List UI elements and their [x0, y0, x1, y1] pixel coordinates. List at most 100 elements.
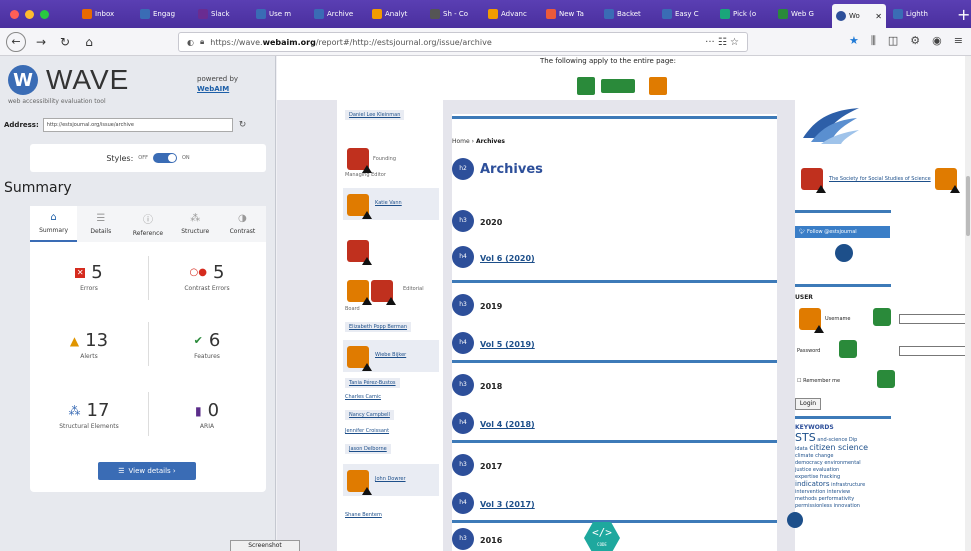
person-link[interactable]: Wiebe Bijker — [375, 352, 406, 358]
keyword-link[interactable]: indicators — [795, 480, 829, 488]
close-window-button[interactable] — [10, 9, 19, 19]
library-icon[interactable]: ⫼ — [871, 34, 876, 48]
heading-marker-icon[interactable]: h3 — [452, 528, 474, 550]
webaim-link[interactable]: WebAIM — [197, 84, 238, 94]
back-button[interactable]: ← — [6, 31, 26, 52]
label-feature-icon[interactable] — [839, 340, 857, 358]
browser-tab[interactable]: Lighth — [889, 4, 944, 24]
keyword-link[interactable]: intervention interview — [795, 489, 850, 495]
twitter-follow-button[interactable]: 🐦︎ Follow @estsjournal — [795, 226, 890, 238]
home-icon[interactable]: ⌂ — [80, 33, 98, 51]
society-link[interactable]: The Society for Social Studies of Scienc… — [829, 176, 939, 182]
error-marker-icon[interactable] — [801, 168, 826, 193]
tab-contrast[interactable]: ◑ Contrast — [219, 206, 266, 242]
address-reload-icon[interactable]: ↻ — [239, 120, 247, 130]
page-scrollbar[interactable] — [965, 56, 971, 551]
alert-marker-icon[interactable] — [347, 346, 372, 371]
browser-tab[interactable]: Advanc — [484, 4, 539, 24]
keyword-link[interactable]: justice evaluation — [795, 467, 839, 473]
tab-reference[interactable]: ⓘ Reference — [124, 206, 171, 242]
remember-me-row[interactable]: ☐ Remember me — [797, 378, 840, 384]
browser-tab[interactable]: Easy C — [658, 4, 713, 24]
language-icon[interactable] — [577, 77, 595, 95]
contrast-errors-stat[interactable]: ○● 5 Contrast Errors — [152, 262, 262, 292]
breadcrumb-home[interactable]: Home — [452, 138, 470, 145]
person-link[interactable]: John Dowrer — [375, 476, 406, 482]
browser-tab[interactable]: Pick (o — [716, 4, 771, 24]
volume-link[interactable]: Vol 3 (2017) — [480, 500, 535, 509]
alert-marker-icon[interactable] — [347, 280, 372, 305]
tab-details[interactable]: ☰ Details — [77, 206, 124, 242]
tab-structure[interactable]: ⁂ Structure — [172, 206, 219, 242]
heading-marker-icon[interactable]: h3 — [452, 294, 474, 316]
reload-button[interactable]: ↻ — [56, 33, 74, 51]
extension-icon[interactable]: ⚙ — [910, 34, 920, 48]
label-feature-icon[interactable] — [873, 308, 891, 326]
volume-link[interactable]: Vol 4 (2018) — [480, 420, 535, 429]
url-bar[interactable]: ◐ 🔒︎ https://wave.webaim.org/report#/htt… — [178, 32, 748, 52]
account-icon[interactable]: ◉ — [932, 34, 942, 48]
url-actions[interactable]: ··· ☷ ☆ — [705, 37, 747, 48]
heading-marker-icon[interactable]: h3 — [452, 210, 474, 232]
alert-marker-icon[interactable] — [799, 308, 824, 333]
structural-stat[interactable]: ⁂ 17 Structural Elements — [34, 400, 144, 430]
person-link[interactable]: Katie Vann — [375, 200, 402, 206]
alert-badge-icon[interactable] — [649, 77, 667, 95]
heading-marker-icon[interactable]: h4 — [452, 332, 474, 354]
browser-tab[interactable]: Backet — [600, 4, 655, 24]
browser-tab[interactable]: Slack — [194, 4, 249, 24]
browser-tab[interactable]: Inbox — [78, 4, 133, 24]
tab-summary[interactable]: ⌂ Summary — [30, 206, 78, 242]
error-marker-icon[interactable] — [347, 148, 372, 173]
sidebar-icon[interactable]: ◫ — [888, 34, 898, 48]
person-link[interactable]: Nancy Campbell — [345, 410, 394, 420]
errors-stat[interactable]: ✕ 5 Errors — [34, 262, 144, 292]
view-details-button[interactable]: ☰ View details › — [98, 462, 196, 480]
browser-tab-active[interactable]: Wo ✕ — [832, 4, 886, 28]
volume-link[interactable]: Vol 5 (2019) — [480, 340, 535, 349]
close-tab-icon[interactable]: ✕ — [875, 12, 882, 21]
person-link[interactable]: Charles Camic — [345, 394, 381, 400]
bookmark-star-icon[interactable]: ★ — [849, 34, 859, 48]
keyword-link[interactable]: idata — [795, 446, 808, 452]
menu-icon[interactable]: ≡ — [954, 34, 963, 48]
maximize-window-button[interactable] — [40, 9, 49, 19]
alert-marker-icon[interactable] — [935, 168, 960, 193]
alert-marker-icon[interactable] — [347, 470, 372, 495]
person-link[interactable]: Jason Delborne — [345, 444, 391, 454]
heading-marker-icon[interactable]: h4 — [452, 492, 474, 514]
aria-stat[interactable]: ▮ 0 ARIA — [152, 400, 262, 430]
address-input[interactable]: http://estsjournal.org/issue/archive — [42, 118, 233, 132]
login-button[interactable]: Login — [795, 398, 821, 410]
browser-tab[interactable]: Web G — [774, 4, 829, 24]
features-stat[interactable]: ✔ 6 Features — [152, 330, 262, 360]
person-link[interactable]: Daniel Lee Kleinman — [345, 110, 405, 120]
heading-marker-icon[interactable]: h3 — [452, 374, 474, 396]
person-link[interactable]: Elizabeth Popp Berman — [345, 322, 412, 332]
keyword-link[interactable]: climate change — [795, 453, 834, 459]
browser-tab[interactable]: Analyt — [368, 4, 423, 24]
heading-marker-icon[interactable]: h4 — [452, 246, 474, 268]
minimize-window-button[interactable] — [25, 9, 34, 19]
heading-marker-icon[interactable]: h4 — [452, 412, 474, 434]
keyword-link[interactable]: citizen science — [809, 443, 868, 452]
iframe-marker-icon[interactable] — [835, 244, 853, 262]
username-input[interactable] — [899, 314, 969, 324]
iframe-marker-icon[interactable] — [787, 512, 803, 528]
password-input[interactable] — [899, 346, 969, 356]
heading-marker-icon[interactable]: h3 — [452, 454, 474, 476]
browser-tab[interactable]: Archive — [310, 4, 365, 24]
heading-marker-icon[interactable]: h2 — [452, 158, 474, 180]
error-marker-icon[interactable] — [347, 240, 372, 265]
keyword-link[interactable]: methods performativity — [795, 496, 854, 502]
person-link[interactable]: Shane Bentem — [345, 512, 382, 518]
scrollbar-thumb[interactable] — [966, 176, 970, 236]
browser-tab[interactable]: Use m — [252, 4, 307, 24]
alert-marker-icon[interactable] — [347, 194, 372, 219]
styles-toggle[interactable] — [152, 153, 177, 163]
label-feature-icon[interactable] — [877, 370, 895, 388]
browser-tab[interactable]: Sh - Co — [426, 4, 481, 24]
keyword-link[interactable]: infrastructure — [831, 482, 865, 488]
new-tab-button[interactable]: + — [947, 5, 970, 24]
keyword-link[interactable]: permissionless innovation — [795, 503, 860, 509]
